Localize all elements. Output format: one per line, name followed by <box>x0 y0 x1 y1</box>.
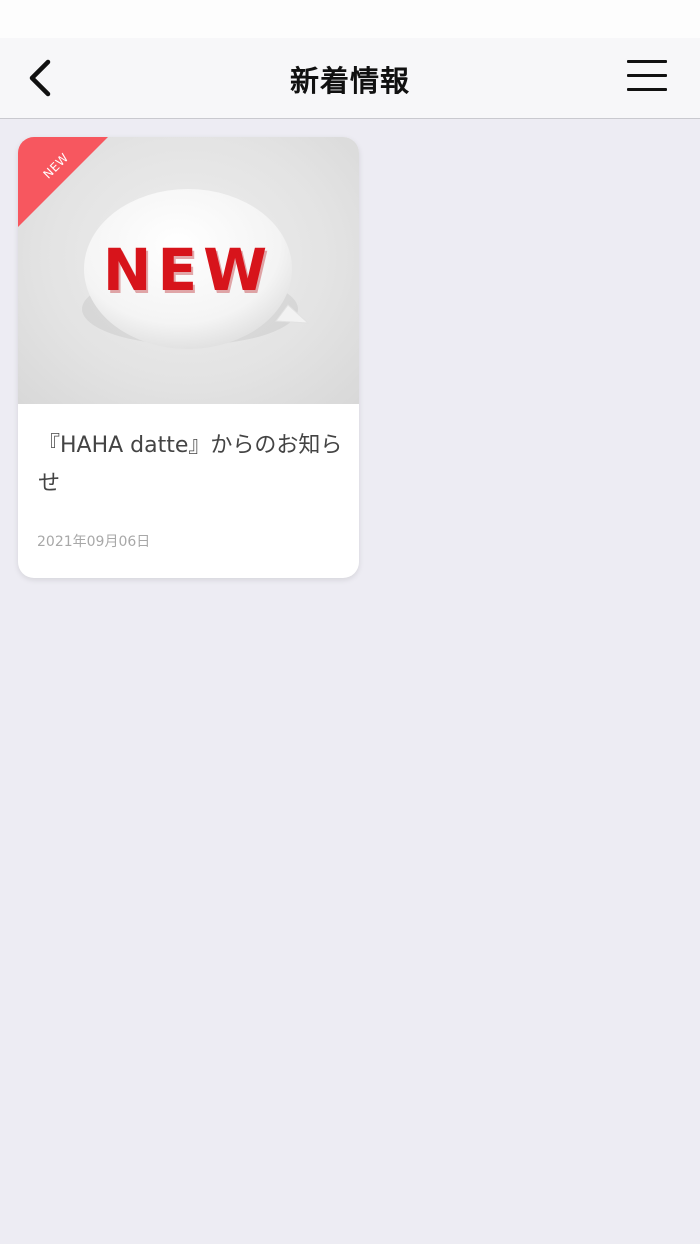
new-badge: NEW <box>18 137 108 227</box>
news-thumbnail: NEW NEW NEW <box>18 137 359 404</box>
navigation-bar: 新着情報 <box>0 38 700 119</box>
svg-text:NEW: NEW <box>103 236 273 304</box>
news-card[interactable]: NEW NEW NEW 『HAHA datte』からのお知らせ 2021年09月… <box>18 137 359 578</box>
news-title: 『HAHA datte』からのお知らせ <box>38 433 343 496</box>
status-bar <box>0 0 700 38</box>
news-date: 2021年09月06日 <box>37 534 151 550</box>
page-title: 新着情報 <box>289 64 410 98</box>
menu-button[interactable] <box>624 58 670 98</box>
